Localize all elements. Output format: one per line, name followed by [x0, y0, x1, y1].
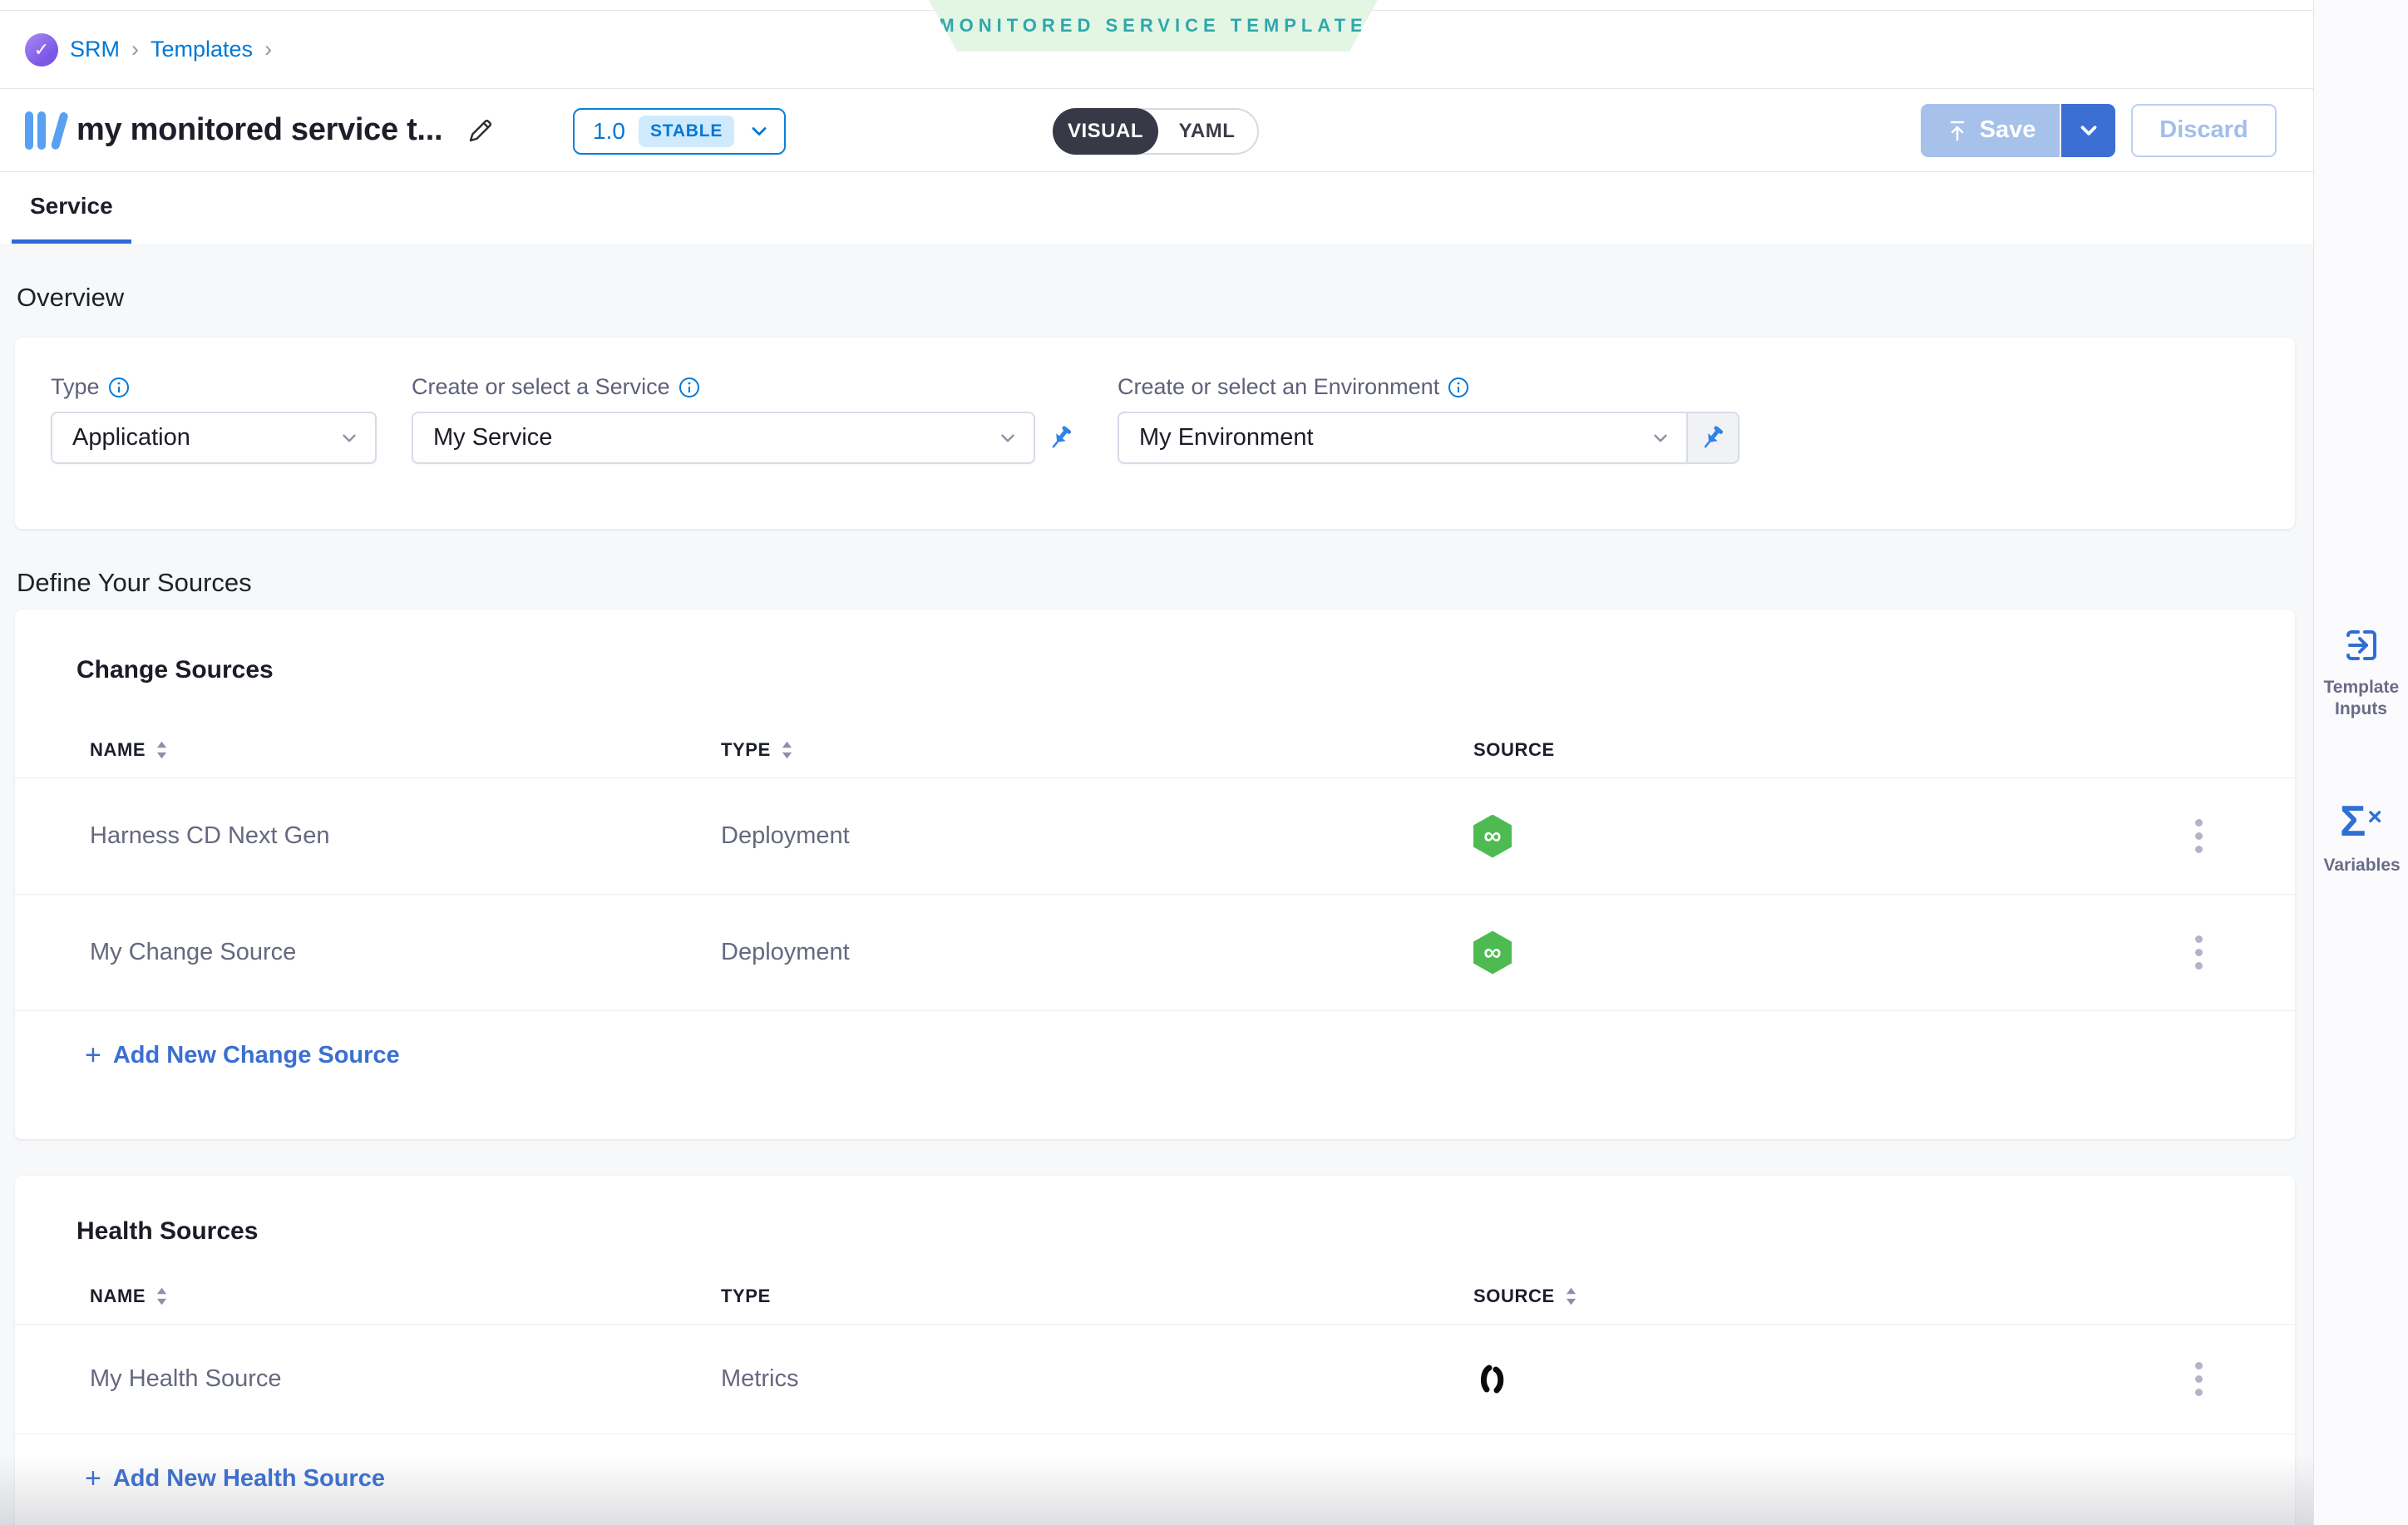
add-change-source-row: + Add New Change Source [15, 1010, 2295, 1069]
health-sources-header: NAME TYPE SOURCE [15, 1269, 2295, 1324]
pin-icon [1047, 424, 1075, 452]
template-library-icon [25, 111, 58, 150]
template-inputs-button[interactable]: Template Inputs [2314, 625, 2408, 720]
main-area: ✓ SRM › Templates › my monitored service… [0, 0, 2313, 1525]
overview-card: Type Application Create or select a Serv… [15, 338, 2295, 529]
table-row[interactable]: My Change Source Deployment ∞ [15, 894, 2295, 1010]
pin-icon [1699, 424, 1727, 452]
discard-button[interactable]: Discard [2131, 104, 2277, 157]
service-field: Create or select a Service My Service [412, 374, 1087, 464]
kebab-menu-icon[interactable] [2188, 1362, 2203, 1396]
type-select[interactable]: Application [51, 412, 377, 464]
health-sources-card: Health Sources NAME TYPE SOURCE My Healt… [15, 1176, 2295, 1525]
template-inputs-icon [2341, 625, 2381, 665]
add-new-health-source-button[interactable]: + Add New Health Source [85, 1464, 385, 1493]
define-sources-heading: Define Your Sources [17, 567, 2295, 598]
service-select[interactable]: My Service [412, 412, 1035, 464]
environment-label: Create or select an Environment [1118, 374, 1439, 400]
table-row[interactable]: Harness CD Next Gen Deployment ∞ [15, 777, 2295, 894]
save-button[interactable]: Save [1921, 104, 2060, 157]
variables-sigma-icon: Σ× [2340, 800, 2382, 843]
column-header-type[interactable]: TYPE [721, 739, 1473, 761]
overview-heading: Overview [17, 282, 2295, 313]
page-title: my monitored service t... [76, 112, 442, 148]
version-selector[interactable]: 1.0 STABLE [573, 108, 786, 155]
health-sources-title: Health Sources [76, 1217, 2295, 1246]
kebab-menu-icon[interactable] [2188, 819, 2203, 853]
monitored-service-template-badge: MONITORED SERVICE TEMPLATE [929, 0, 1378, 52]
change-source-name: Harness CD Next Gen [90, 822, 721, 850]
chevron-down-icon [338, 427, 360, 449]
plus-icon: + [85, 1464, 101, 1493]
edit-title-button[interactable] [466, 116, 496, 146]
change-source-name: My Change Source [90, 939, 721, 966]
kebab-menu-icon[interactable] [2188, 935, 2203, 970]
column-header-source[interactable]: SOURCE [1473, 739, 2188, 761]
harness-cd-icon: ∞ [1473, 931, 1512, 975]
column-header-name[interactable]: NAME [90, 739, 721, 761]
change-sources-title: Change Sources [76, 656, 2295, 684]
change-sources-card: Change Sources NAME TYPE SOURCE Harness … [15, 610, 2295, 1139]
template-header: my monitored service t... 1.0 STABLE VIS… [0, 89, 2313, 172]
column-header-source[interactable]: SOURCE [1473, 1286, 2188, 1307]
environment-field: Create or select an Environment My Envir… [1118, 374, 1739, 464]
column-header-name[interactable]: NAME [90, 1286, 721, 1307]
sort-icon [155, 739, 168, 761]
breadcrumb-chevron-icon: › [264, 37, 272, 62]
sort-icon [781, 739, 793, 761]
chevron-down-icon [997, 427, 1019, 449]
change-source-type: Deployment [721, 822, 1473, 850]
content-area: Overview Type Application Create or sele… [0, 244, 2313, 1525]
tab-bar: Service [0, 172, 2313, 244]
environment-select[interactable]: My Environment [1118, 412, 1688, 464]
column-header-type[interactable]: TYPE [721, 1286, 1473, 1307]
save-options-button[interactable] [2060, 104, 2115, 157]
add-health-source-row: + Add New Health Source [15, 1434, 2295, 1493]
sort-icon [155, 1286, 168, 1307]
tab-service[interactable]: Service [12, 172, 131, 244]
right-rail: Template Inputs Σ× Variables [2313, 0, 2408, 1525]
toggle-yaml[interactable]: YAML [1157, 110, 1257, 153]
toggle-visual[interactable]: VISUAL [1053, 108, 1158, 155]
save-upload-icon [1945, 118, 1970, 143]
change-source-type: Deployment [721, 939, 1473, 966]
chevron-down-icon [748, 120, 771, 143]
health-source-name: My Health Source [90, 1365, 721, 1393]
breadcrumb-srm-link[interactable]: SRM [70, 37, 120, 62]
save-split-button: Save [1921, 104, 2115, 157]
table-row[interactable]: My Health Source Metrics [15, 1324, 2295, 1434]
sort-icon [1565, 1286, 1577, 1307]
plus-icon: + [85, 1041, 101, 1069]
type-field: Type Application [51, 374, 377, 464]
pin-service-button[interactable] [1035, 412, 1087, 464]
harness-cd-icon: ∞ [1473, 815, 1512, 858]
info-icon[interactable] [108, 377, 130, 398]
srm-logo-icon: ✓ [25, 33, 58, 67]
breadcrumb-chevron-icon: › [131, 37, 139, 62]
version-number: 1.0 [593, 118, 625, 145]
version-stable-badge: STABLE [639, 116, 734, 147]
variables-button[interactable]: Σ× Variables [2314, 800, 2408, 876]
health-source-type: Metrics [721, 1365, 1473, 1393]
info-icon[interactable] [1448, 377, 1469, 398]
pencil-icon [466, 116, 496, 146]
add-new-change-source-button[interactable]: + Add New Change Source [85, 1041, 400, 1069]
info-icon[interactable] [678, 377, 700, 398]
type-label: Type [51, 374, 100, 400]
change-sources-header: NAME TYPE SOURCE [15, 723, 2295, 777]
breadcrumb-templates-link[interactable]: Templates [150, 37, 253, 62]
chevron-down-icon [2076, 118, 2101, 143]
appdynamics-logo-icon [1473, 1360, 1512, 1399]
pin-environment-button[interactable] [1688, 412, 1739, 464]
service-label: Create or select a Service [412, 374, 670, 400]
chevron-down-icon [1650, 427, 1671, 449]
visual-yaml-toggle: VISUAL YAML [1053, 108, 1259, 155]
